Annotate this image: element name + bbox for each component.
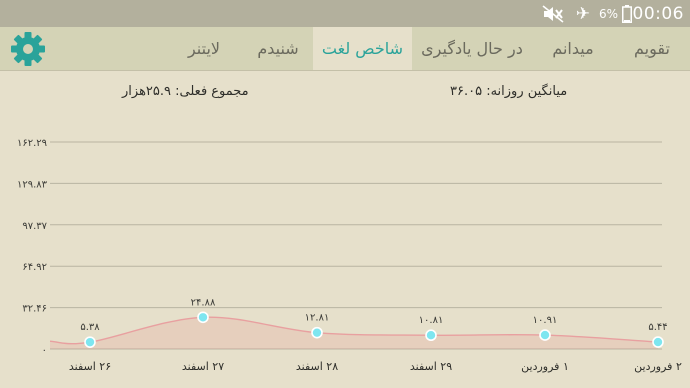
x-tick-label: ۲۶ اسفند <box>69 360 111 373</box>
y-tick-label: ۱۲۹.۸۳ <box>17 179 48 190</box>
x-tick-label: ۲۸ اسفند <box>296 360 338 373</box>
data-point <box>425 329 437 342</box>
x-tick-label: ۱ فروردین <box>521 360 569 373</box>
data-point <box>84 336 96 348</box>
area-fill <box>50 317 658 349</box>
data-label: ۲۴.۸۸ <box>191 297 216 308</box>
y-tick-label: ۱۶۲.۲۹ <box>17 138 47 149</box>
data-point <box>311 326 323 339</box>
y-tick-label: ۳۲.۴۶ <box>22 304 47 315</box>
data-label: ۱۰.۹۱ <box>533 315 558 326</box>
y-tick-label: ۶۴.۹۲ <box>22 262 47 273</box>
x-tick-label: ۲ فروردین <box>634 360 682 373</box>
data-label: ۱۲.۸۱ <box>305 313 330 324</box>
data-label: ۱۰.۸۱ <box>419 315 444 326</box>
line-chart: ۰ ۳۲.۴۶ ۶۴.۹۲ ۹۷.۳۷ ۱۲۹.۸۳ ۱۶۲.۲۹ ۵.۳۸ ۲۶ اسفند… <box>17 138 682 373</box>
y-tick-label: ۹۷.۳۷ <box>22 221 47 232</box>
y-tick-label: ۰ <box>42 345 47 356</box>
x-tick-label: ۲۹ اسفند <box>410 360 452 373</box>
data-point <box>539 329 551 341</box>
x-tick-label: ۲۷ اسفند <box>182 360 224 373</box>
data-label: ۵.۳۸ <box>80 322 100 333</box>
data-point <box>652 336 664 348</box>
data-label: ۵.۴۴ <box>648 322 667 333</box>
data-point <box>197 311 209 324</box>
